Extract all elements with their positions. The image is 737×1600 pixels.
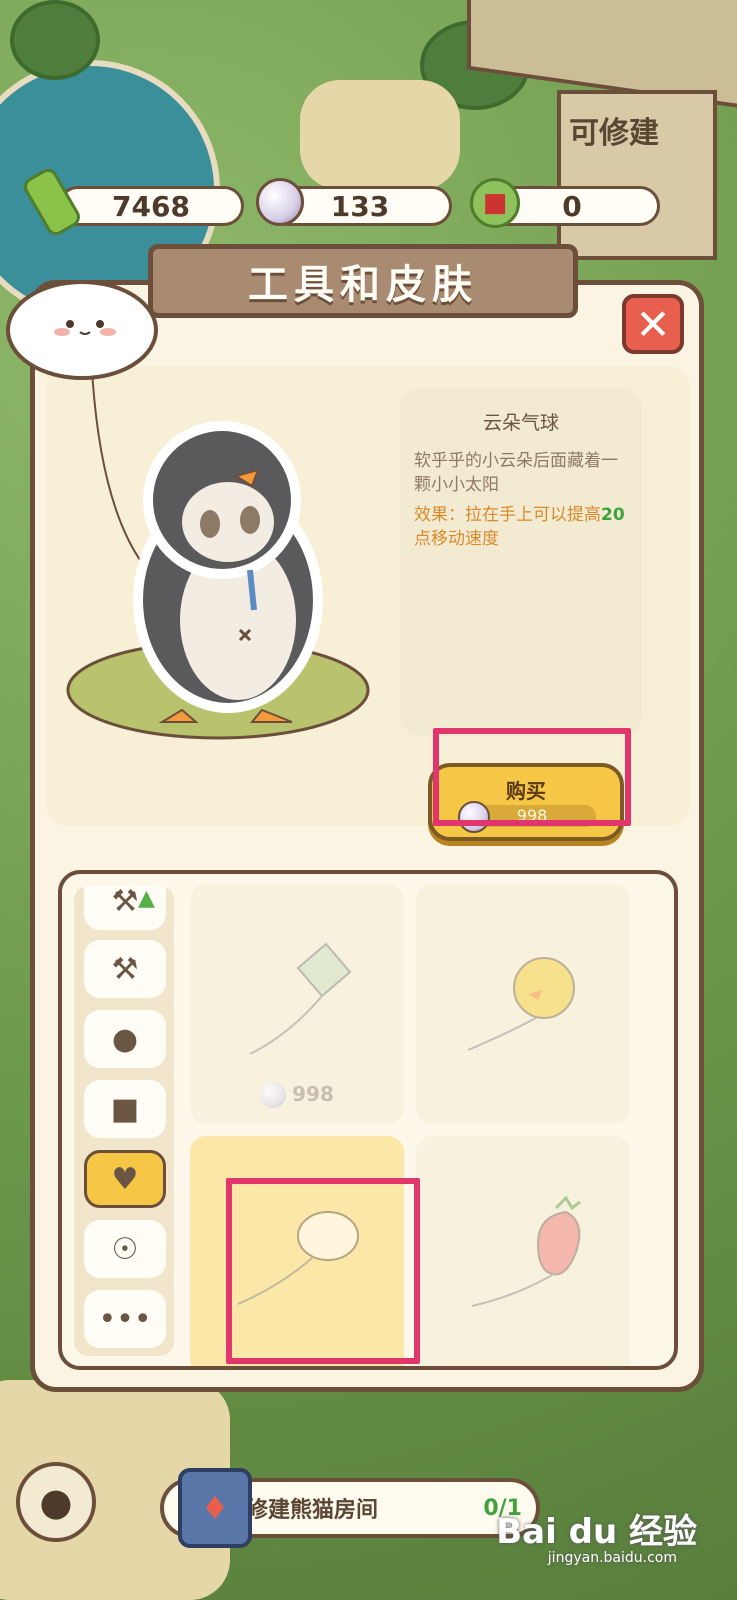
panda-book-icon: ■: [470, 178, 520, 228]
quest-clipboard-icon: ♦: [178, 1468, 252, 1548]
tab-necklace[interactable]: ♥: [84, 1150, 166, 1208]
duck-balloon-icon: [467, 957, 575, 1051]
item-cell-duck-balloon[interactable]: [416, 884, 630, 1124]
item-name: 云朵气球: [482, 412, 559, 434]
clothes-icon: ■: [110, 1091, 140, 1127]
bamboo-counter: 7468: [58, 186, 244, 226]
effect-prefix: 效果：拉在手上可以提高: [414, 505, 601, 525]
selected-item-highlight-box: [226, 1178, 420, 1364]
pearl-icon: [256, 178, 304, 226]
character-preview: [6, 280, 370, 740]
hat-icon: ●: [111, 1021, 139, 1057]
axe-icon: ⚒: [111, 951, 139, 987]
tab-more[interactable]: •••: [84, 1290, 166, 1348]
balloon-string: [91, 369, 141, 561]
item-cell-kite[interactable]: 998: [190, 884, 404, 1124]
watermark-logo: Bai du 经验: [496, 1512, 697, 1552]
close-button[interactable]: ✕: [622, 294, 684, 354]
category-tabs: ⚒ ▲ ⚒ ● ■ ♥ ☉ •••: [74, 886, 174, 1356]
tab-scooter[interactable]: ☉: [84, 1220, 166, 1278]
tab-hat[interactable]: ●: [84, 1010, 166, 1068]
pearl-count: 133: [330, 189, 390, 223]
watermark-url: jingyan.baidu.com: [547, 1550, 677, 1566]
dirt-path: [300, 80, 460, 190]
pearl-icon: [260, 1082, 287, 1108]
close-icon: ✕: [635, 299, 671, 349]
item-price: 998: [190, 1081, 404, 1108]
panda-book-count: 0: [562, 189, 582, 223]
upgrade-arrow-icon: ▲: [138, 886, 155, 911]
effect-value: 20: [601, 505, 625, 525]
cloud-balloon-icon: [6, 280, 158, 380]
buy-highlight-box: [433, 728, 631, 826]
tool-upgrade-icon: ⚒: [111, 886, 139, 919]
quest-bar[interactable]: ♦ 修建熊猫房间 0/1: [160, 1468, 540, 1548]
necklace-icon: ♥: [111, 1161, 139, 1197]
penguin-icon: [133, 421, 323, 723]
quest-label: 修建熊猫房间: [246, 1498, 379, 1523]
scooter-icon: ☉: [111, 1231, 139, 1267]
bamboo-count: 7468: [112, 189, 190, 223]
more-icon: •••: [98, 1301, 152, 1337]
kite-icon: [249, 942, 352, 1055]
kite-price: 998: [292, 1081, 334, 1106]
tab-axe[interactable]: ⚒: [84, 940, 166, 998]
tree: [10, 0, 100, 80]
item-cell-strawberry-balloon[interactable]: [416, 1136, 630, 1366]
buildable-sign: 可修建: [569, 116, 659, 151]
item-description: 软乎乎的小云朵后面藏着一颗小小太阳: [414, 451, 618, 495]
tab-clothes[interactable]: ■: [84, 1080, 166, 1138]
paw-button[interactable]: ●: [16, 1462, 96, 1542]
paw-icon: ●: [39, 1480, 73, 1524]
effect-suffix: 点移动速度: [414, 529, 499, 549]
item-effect: 效果：拉在手上可以提高20 点移动速度: [414, 503, 628, 551]
strawberry-balloon-icon: [471, 1195, 581, 1307]
item-description-card: 云朵气球 软乎乎的小云朵后面藏着一颗小小太阳 效果：拉在手上可以提高20 点移动速…: [400, 388, 642, 736]
